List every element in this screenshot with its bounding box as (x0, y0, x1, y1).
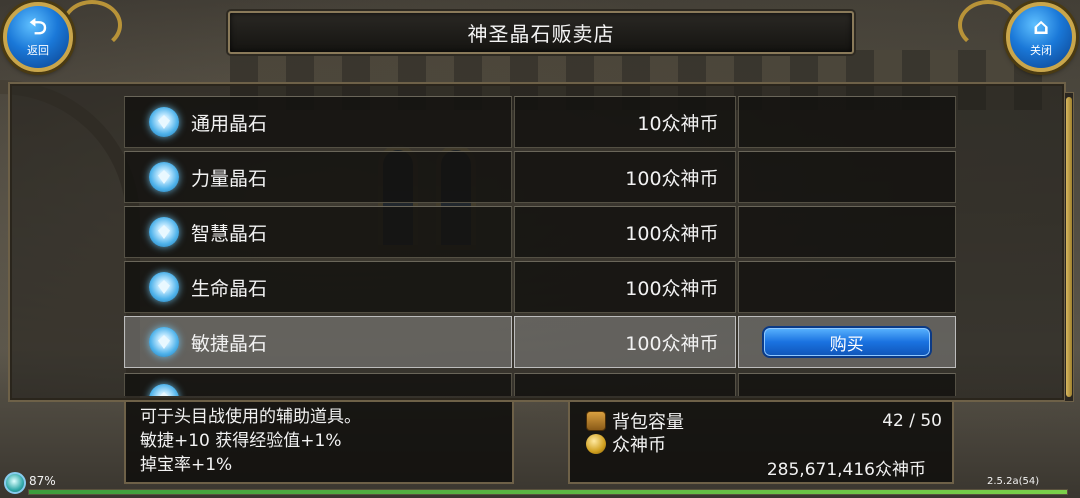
close-button[interactable]: ⌂ 关闭 (1006, 2, 1076, 72)
item-action-cell: 购买 (737, 316, 956, 368)
item-action-cell (737, 151, 956, 203)
currency-label: 众神币 (612, 435, 666, 456)
inventory-info-box: 背包容量 42 / 50 众神币 285,671,416众神币 (568, 400, 954, 484)
battery-level: 87% (29, 474, 56, 488)
battery-icon (4, 472, 26, 494)
close-button-label: 关闭 (1030, 43, 1052, 57)
title-bar: 神圣晶石贩卖店 (228, 11, 854, 54)
shop-item-row[interactable]: 力量晶石 100众神币 (124, 151, 956, 203)
item-name: 智慧晶石 (191, 222, 268, 245)
shop-item-row[interactable]: 生命晶石 100众神币 (124, 261, 956, 313)
item-name-cell: 敏捷晶石 (124, 316, 513, 368)
description-line: 可于头目战使用的辅助道具。 (140, 407, 361, 427)
item-action-cell (737, 373, 956, 396)
item-price-cell: 100众神币 (514, 316, 736, 368)
blue-crystal-icon (149, 162, 179, 192)
currency-row: 众神币 (586, 431, 942, 457)
shop-item-row-partial[interactable] (124, 373, 956, 396)
home-icon: ⌂ (1033, 14, 1049, 40)
item-price-cell (514, 373, 736, 396)
item-price-cell: 10众神币 (514, 96, 736, 148)
shop-item-row[interactable]: 通用晶石 10众神币 (124, 96, 956, 148)
list-scrollbar[interactable] (1064, 92, 1074, 402)
item-price: 10众神币 (637, 112, 719, 135)
item-description-box: 可于头目战使用的辅助道具。 敏捷+10 获得经验值+1% 掉宝率+1% (124, 400, 514, 484)
item-action-cell (737, 96, 956, 148)
coin-icon (586, 434, 606, 454)
shop-item-row[interactable]: 智慧晶石 100众神币 (124, 206, 956, 258)
description-line: 掉宝率+1% (140, 455, 233, 475)
blue-crystal-icon (149, 217, 179, 247)
item-price: 100众神币 (625, 222, 719, 245)
blue-crystal-icon (149, 327, 179, 357)
blue-crystal-icon (149, 384, 179, 396)
experience-bar-fill (29, 490, 1067, 494)
back-button[interactable]: ⮌ 返回 (3, 2, 73, 72)
currency-value: 285,671,416众神币 (766, 460, 926, 480)
blue-crystal-icon (149, 107, 179, 137)
item-action-cell (737, 206, 956, 258)
item-price: 100众神币 (625, 277, 719, 300)
item-name: 通用晶石 (191, 112, 268, 135)
experience-bar (28, 489, 1068, 495)
item-price-cell: 100众神币 (514, 151, 736, 203)
page-title: 神圣晶石贩卖店 (467, 22, 615, 46)
back-button-label: 返回 (27, 43, 49, 57)
item-name-cell: 力量晶石 (124, 151, 513, 203)
item-action-cell (737, 261, 956, 313)
item-name: 生命晶石 (191, 277, 268, 300)
item-name: 力量晶石 (191, 167, 268, 190)
item-name-cell: 生命晶石 (124, 261, 513, 313)
scrollbar-thumb[interactable] (1066, 97, 1072, 397)
item-name-cell (124, 373, 513, 396)
shop-item-row-selected[interactable]: 敏捷晶石 100众神币 购买 (124, 316, 956, 368)
blue-crystal-icon (149, 272, 179, 302)
return-arrow-icon: ⮌ (29, 14, 47, 40)
shop-item-list[interactable]: 通用晶石 10众神币 力量晶石 100众神币 智慧晶石 100众神币 生命晶石 (124, 96, 956, 396)
bag-capacity-value: 42 / 50 (882, 411, 942, 431)
version-label: 2.5.2a(54) (987, 476, 1040, 487)
item-name: 敏捷晶石 (191, 332, 268, 355)
bag-icon (586, 411, 606, 431)
item-price-cell: 100众神币 (514, 261, 736, 313)
item-price-cell: 100众神币 (514, 206, 736, 258)
description-line: 敏捷+10 获得经验值+1% (140, 431, 342, 451)
item-name-cell: 通用晶石 (124, 96, 513, 148)
item-name-cell: 智慧晶石 (124, 206, 513, 258)
item-price: 100众神币 (625, 167, 719, 190)
item-price: 100众神币 (625, 332, 719, 355)
buy-button[interactable]: 购买 (761, 326, 932, 358)
